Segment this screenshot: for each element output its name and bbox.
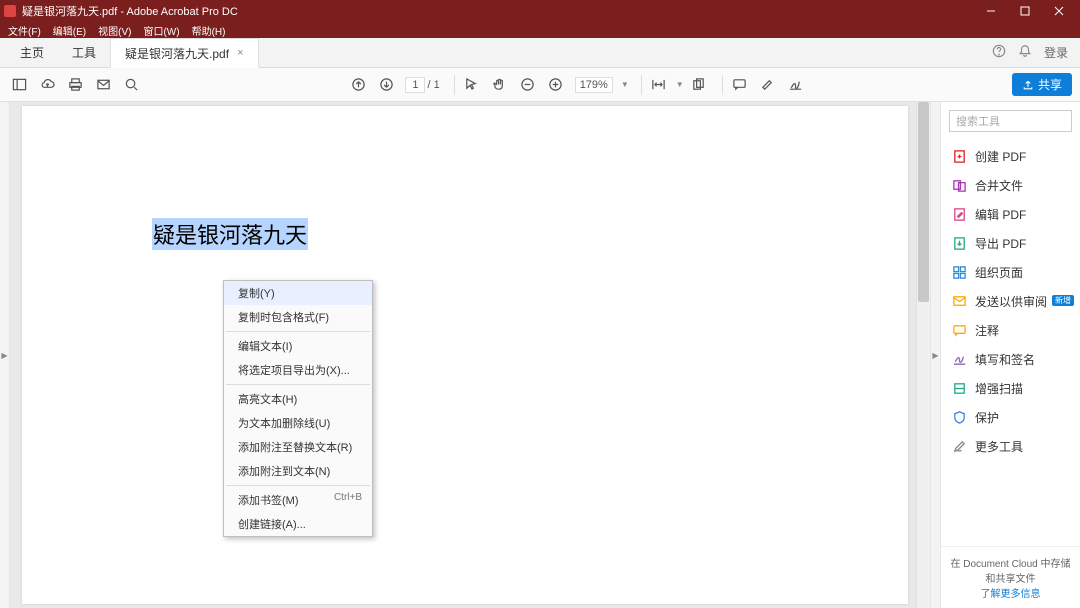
help-icon[interactable] (992, 44, 1006, 61)
combine-icon (951, 178, 967, 194)
tab-home[interactable]: 主页 (6, 38, 58, 67)
search-tools-input[interactable]: 搜索工具 (949, 110, 1072, 132)
app-icon (4, 5, 16, 17)
menu-view[interactable]: 视图(V) (92, 23, 137, 38)
menu-file[interactable]: 文件(F) (2, 23, 47, 38)
zoom-dropdown-icon[interactable]: ▼ (621, 80, 629, 89)
enhance-scan-icon (951, 381, 967, 397)
share-button[interactable]: 共享 (1012, 73, 1072, 96)
organize-icon (951, 265, 967, 281)
tools-panel: 搜索工具 创建 PDF 合并文件 编辑 PDF 导出 PDF 组织页面 发送以供… (940, 102, 1080, 608)
rotate-icon[interactable] (688, 74, 710, 96)
zoom-out-icon[interactable] (517, 74, 539, 96)
tool-send-review[interactable]: 发送以供审阅新增 (941, 287, 1080, 316)
fit-width-icon[interactable] (648, 74, 670, 96)
menu-create-link[interactable]: 创建链接(A)... (224, 512, 372, 536)
menu-strikethrough[interactable]: 为文本加删除线(U) (224, 411, 372, 435)
pdf-page: 疑是银河落九天 (22, 106, 908, 604)
selected-text[interactable]: 疑是银河落九天 (152, 218, 308, 250)
page-number-input[interactable]: 1 (405, 77, 425, 93)
page-total: / 1 (427, 79, 439, 91)
right-rail[interactable]: ▶ (930, 102, 940, 608)
scrollbar-thumb[interactable] (918, 102, 929, 302)
menu-replace-text-note[interactable]: 添加附注至替换文本(R) (224, 435, 372, 459)
tool-organize-pages[interactable]: 组织页面 (941, 258, 1080, 287)
create-pdf-icon (951, 149, 967, 165)
menu-edit-text[interactable]: 编辑文本(I) (224, 334, 372, 358)
tab-close-icon[interactable]: × (237, 47, 243, 59)
tab-tools[interactable]: 工具 (58, 38, 110, 67)
tool-export-pdf[interactable]: 导出 PDF (941, 229, 1080, 258)
maximize-button[interactable] (1008, 0, 1042, 22)
comment-tool-icon (951, 323, 967, 339)
tool-edit-pdf[interactable]: 编辑 PDF (941, 200, 1080, 229)
select-tool-icon[interactable] (461, 74, 483, 96)
collapse-right-icon: ▶ (932, 351, 938, 360)
tool-enhance-scan[interactable]: 增强扫描 (941, 374, 1080, 403)
learn-more-link[interactable]: 了解更多信息 (981, 589, 1041, 600)
menu-add-bookmark[interactable]: 添加书签(M)Ctrl+B (224, 488, 372, 512)
left-rail[interactable]: ▶ (0, 102, 10, 608)
tool-comment[interactable]: 注释 (941, 316, 1080, 345)
minimize-button[interactable] (974, 0, 1008, 22)
page-up-icon[interactable] (347, 74, 369, 96)
protect-icon (951, 410, 967, 426)
highlighter-icon[interactable] (757, 74, 779, 96)
menu-copy[interactable]: 复制(Y) (224, 281, 372, 305)
export-pdf-icon (951, 236, 967, 252)
hand-tool-icon[interactable] (489, 74, 511, 96)
tab-document[interactable]: 疑是银河落九天.pdf × (110, 38, 258, 68)
menubar: 文件(F) 编辑(E) 视图(V) 窗口(W) 帮助(H) (0, 22, 1080, 38)
bookmark-shortcut: Ctrl+B (334, 492, 362, 508)
menu-highlight-text[interactable]: 高亮文本(H) (224, 387, 372, 411)
zoom-level[interactable]: 179% (575, 77, 613, 93)
menu-edit[interactable]: 编辑(E) (47, 23, 92, 38)
context-menu: 复制(Y) 复制时包含格式(F) 编辑文本(I) 将选定项目导出为(X)... … (223, 280, 373, 537)
login-button[interactable]: 登录 (1044, 44, 1068, 61)
vertical-scrollbar[interactable] (916, 102, 930, 608)
zoom-in-icon[interactable] (545, 74, 567, 96)
menu-window[interactable]: 窗口(W) (137, 23, 185, 38)
tool-protect[interactable]: 保护 (941, 403, 1080, 432)
menu-add-note[interactable]: 添加附注到文本(N) (224, 459, 372, 483)
new-badge: 新增 (1052, 295, 1074, 306)
page-down-icon[interactable] (375, 74, 397, 96)
sign-icon[interactable] (785, 74, 807, 96)
document-area[interactable]: 疑是银河落九天 (10, 102, 930, 608)
email-icon[interactable] (92, 74, 114, 96)
notifications-icon[interactable] (1018, 44, 1032, 61)
sidepanel-footer: 在 Document Cloud 中存储和共享文件 了解更多信息 (941, 546, 1080, 608)
sidebar-toggle-icon[interactable] (8, 74, 30, 96)
tool-create-pdf[interactable]: 创建 PDF (941, 142, 1080, 171)
search-icon[interactable] (120, 74, 142, 96)
tool-combine-files[interactable]: 合并文件 (941, 171, 1080, 200)
close-button[interactable] (1042, 0, 1076, 22)
menu-export-selection[interactable]: 将选定项目导出为(X)... (224, 358, 372, 382)
menu-copy-with-format[interactable]: 复制时包含格式(F) (224, 305, 372, 329)
tool-fill-sign[interactable]: 填写和签名 (941, 345, 1080, 374)
tool-more-tools[interactable]: 更多工具 (941, 432, 1080, 461)
window-title: 疑是银河落九天.pdf - Adobe Acrobat Pro DC (22, 3, 974, 19)
edit-pdf-icon (951, 207, 967, 223)
expand-left-icon: ▶ (1, 351, 7, 360)
comment-icon[interactable] (729, 74, 751, 96)
print-icon[interactable] (64, 74, 86, 96)
fit-dropdown-icon[interactable]: ▼ (676, 80, 684, 89)
tab-document-label: 疑是银河落九天.pdf (125, 45, 229, 62)
more-tools-icon (951, 439, 967, 455)
fill-sign-icon (951, 352, 967, 368)
send-review-icon (951, 294, 967, 310)
menu-help[interactable]: 帮助(H) (186, 23, 232, 38)
cloud-icon[interactable] (36, 74, 58, 96)
